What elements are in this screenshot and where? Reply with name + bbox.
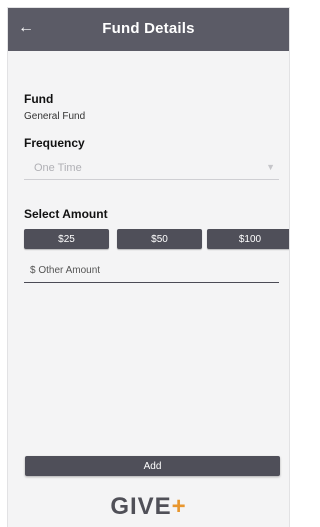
logo-plus: + [171,493,187,520]
fund-value: General Fund [24,111,86,122]
app-screen: ← Fund Details Fund General Fund Frequen… [8,8,289,527]
chevron-down-icon: ▼ [266,162,275,172]
amount-100-button[interactable]: $100 [207,229,289,249]
frequency-select[interactable]: One Time ▼ [24,157,279,180]
page-title: Fund Details [102,20,195,37]
other-amount-field[interactable] [24,262,279,283]
amount-50-button[interactable]: $50 [117,229,202,249]
select-amount-label: Select Amount [24,207,108,221]
frequency-label: Frequency [24,136,85,150]
add-button[interactable]: Add [25,456,280,476]
amount-25-button[interactable]: $25 [24,229,109,249]
give-plus-logo: GIVE+ [8,493,289,521]
fund-label: Fund [24,92,54,106]
app-header: ← Fund Details [8,8,289,51]
logo-text: GIVE [110,493,172,520]
frequency-selected-value: One Time [34,162,82,174]
other-amount-input[interactable] [28,264,277,277]
